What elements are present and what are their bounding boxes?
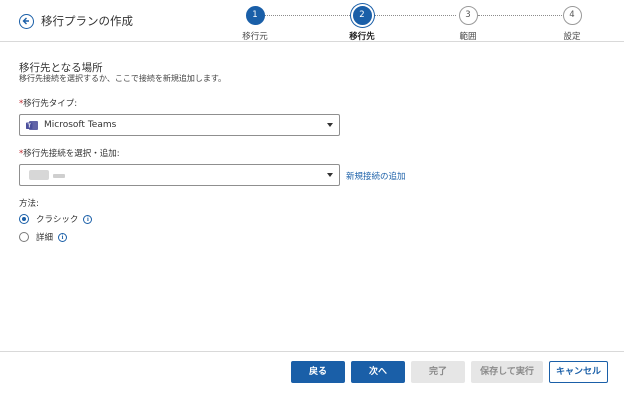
redacted-connection-name <box>53 174 65 178</box>
step-destination[interactable]: 2 移行先 <box>332 6 392 42</box>
step-source[interactable]: 1 移行元 <box>225 6 285 42</box>
step-label: 移行先 <box>349 32 375 42</box>
header: 移行プランの作成 1 移行元 2 移行先 3 範囲 4 設定 <box>0 0 624 42</box>
cancel-button[interactable]: キャンセル <box>549 361 608 383</box>
next-button[interactable]: 次へ <box>351 361 405 383</box>
wizard-stepper: 1 移行元 2 移行先 3 範囲 4 設定 <box>240 6 590 42</box>
radio-label: 詳細 <box>36 233 54 243</box>
connection-label-text: 移行先接続を選択・追加: <box>23 149 120 159</box>
step-settings[interactable]: 4 設定 <box>542 6 602 42</box>
step-label: 範囲 <box>459 32 477 42</box>
back-button[interactable]: 戻る <box>291 361 345 383</box>
section-description: 移行先接続を選択するか、ここで接続を新規追加します。 <box>19 74 227 83</box>
caret-down-icon <box>327 123 333 127</box>
info-icon[interactable]: i <box>58 232 68 242</box>
method-option-advanced[interactable]: 詳細 i <box>19 230 68 244</box>
step-number: 4 <box>562 6 582 25</box>
destination-type-label: *移行先タイプ: <box>19 97 77 109</box>
step-number: 3 <box>458 6 478 25</box>
connection-label: *移行先接続を選択・追加: <box>19 147 120 159</box>
connection-select[interactable] <box>19 164 340 186</box>
back-arrow-icon[interactable] <box>19 14 34 29</box>
info-icon[interactable]: i <box>83 214 93 224</box>
radio-label: クラシック <box>36 215 79 225</box>
microsoft-teams-icon: T <box>26 121 38 130</box>
caret-down-icon <box>327 173 333 177</box>
destination-type-select[interactable]: T Microsoft Teams <box>19 114 340 136</box>
step-scope[interactable]: 3 範囲 <box>438 6 498 42</box>
add-connection-link[interactable]: 新規接続の追加 <box>346 170 406 182</box>
finish-button[interactable]: 完了 <box>411 361 465 383</box>
method-label: 方法: <box>19 199 39 209</box>
step-label: 移行元 <box>242 32 268 42</box>
page-title: 移行プランの作成 <box>41 14 133 28</box>
save-and-run-button[interactable]: 保存して実行 <box>471 361 543 383</box>
destination-type-value: Microsoft Teams <box>44 120 117 130</box>
step-label: 設定 <box>563 32 581 42</box>
destination-type-label-text: 移行先タイプ: <box>23 99 78 109</box>
redacted-connection-icon <box>29 170 49 180</box>
step-number: 2 <box>352 6 372 25</box>
method-option-classic[interactable]: クラシック i <box>19 212 93 226</box>
step-number: 1 <box>245 6 265 25</box>
migration-plan-page: 移行プランの作成 1 移行元 2 移行先 3 範囲 4 設定 移行先となる場所 … <box>0 0 624 396</box>
radio-advanced[interactable] <box>19 232 29 242</box>
radio-classic[interactable] <box>19 214 29 224</box>
